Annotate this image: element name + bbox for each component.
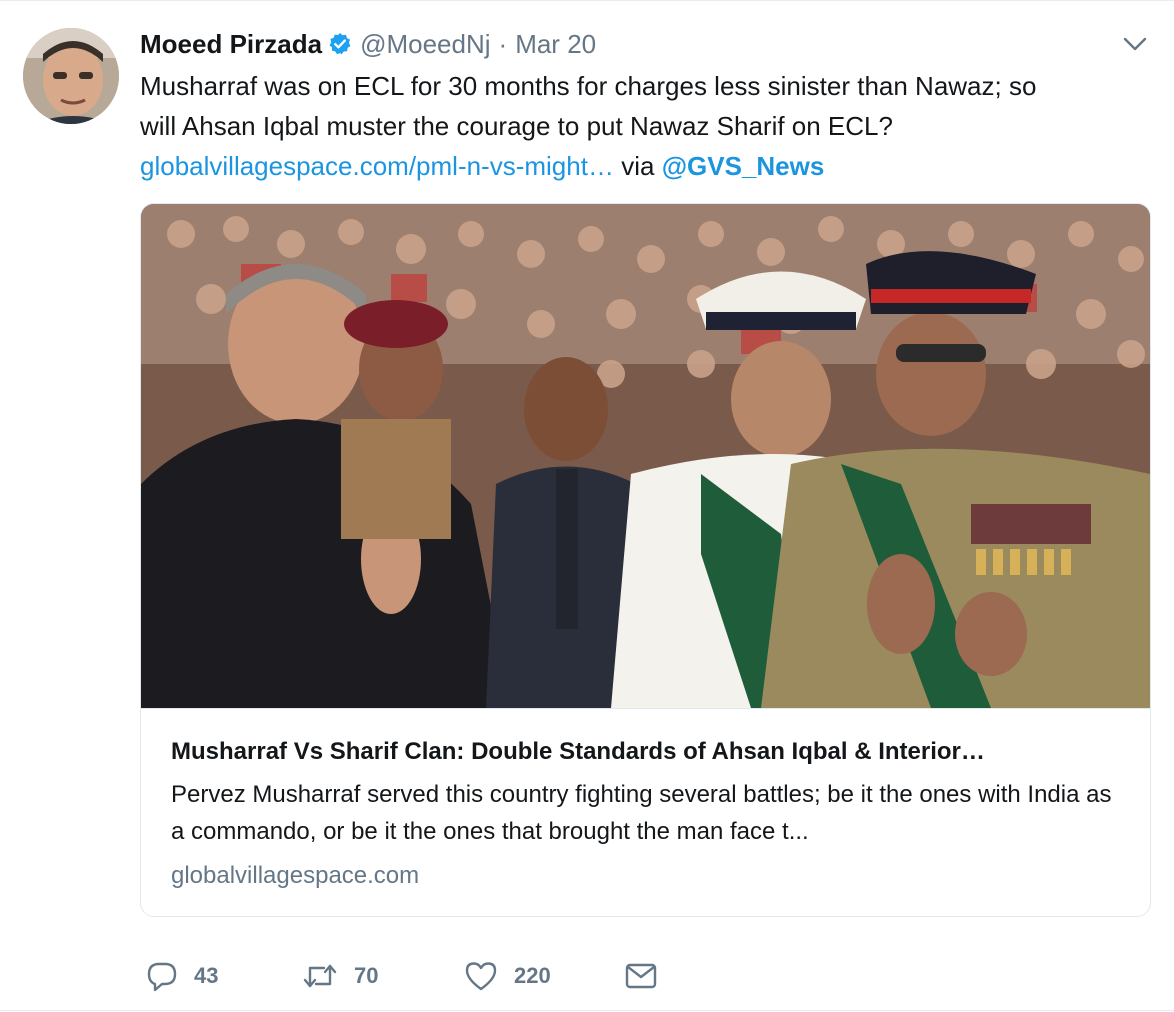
tweet-text-line-3: globalvillagespace.com/pml-n-vs-might… v…	[140, 146, 1140, 186]
retweet-count: 70	[354, 963, 379, 988]
card-photo	[141, 204, 1150, 708]
tweet-text-line-1: Musharraf was on ECL for 30 months for c…	[140, 71, 1037, 101]
author-handle[interactable]: @MoeedNj	[360, 29, 490, 60]
bottom-divider	[0, 1010, 1174, 1011]
retweet-icon	[302, 960, 338, 992]
card-description: Pervez Musharraf served this country fig…	[171, 781, 1112, 845]
card-image[interactable]	[141, 204, 1150, 709]
card-body: Musharraf Vs Sharif Clan: Double Standar…	[171, 736, 1126, 892]
top-divider	[0, 0, 1174, 1]
direct-message-button[interactable]	[624, 958, 658, 994]
card-domain: globalvillagespace.com	[171, 862, 420, 889]
verified-badge-icon	[328, 32, 352, 56]
tweet-date[interactable]: Mar 20	[515, 29, 596, 60]
like-count: 220	[514, 963, 551, 988]
header-separator: ·	[498, 28, 508, 59]
avatar[interactable]	[23, 28, 119, 124]
link-card[interactable]: Musharraf Vs Sharif Clan: Double Standar…	[140, 203, 1151, 917]
card-title[interactable]: Musharraf Vs Sharif Clan: Double Standar…	[171, 736, 1126, 768]
via-text: via	[621, 151, 655, 181]
tweet-link[interactable]: globalvillagespace.com/pml-n-vs-might…	[140, 151, 614, 181]
mention-link[interactable]: @GVS_News	[662, 151, 825, 181]
tweet-actions: 43 70 220	[146, 958, 846, 994]
tweet-text: Musharraf was on ECL for 30 months for c…	[140, 66, 1140, 186]
reply-button[interactable]: 43	[146, 958, 218, 994]
heart-icon	[464, 960, 498, 992]
retweet-button[interactable]: 70	[302, 958, 378, 994]
like-button[interactable]: 220	[464, 958, 551, 994]
avatar-image	[23, 28, 119, 124]
author-name[interactable]: Moeed Pirzada	[140, 29, 322, 60]
tweet-text-line-2: will Ahsan Iqbal muster the courage to p…	[140, 111, 893, 141]
envelope-icon	[624, 960, 658, 992]
reply-icon	[146, 960, 178, 992]
tweet[interactable]: Moeed Pirzada @MoeedNj · Mar 20 Musharra…	[0, 0, 1174, 1012]
reply-count: 43	[194, 963, 219, 988]
tweet-header: Moeed Pirzada @MoeedNj · Mar 20	[140, 28, 596, 60]
chevron-down-icon[interactable]	[1122, 34, 1148, 54]
